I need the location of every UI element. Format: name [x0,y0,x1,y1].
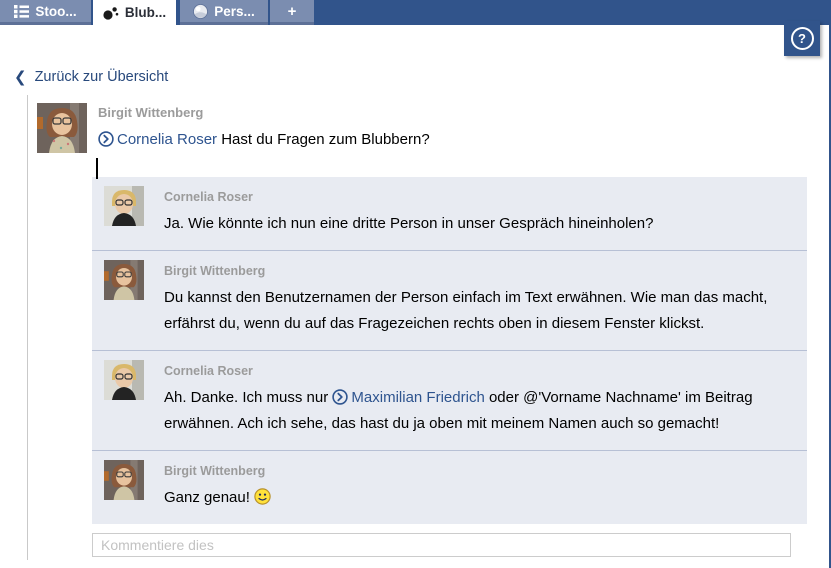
mention-arrow-icon [98,131,114,147]
tab-label: Stoo... [35,4,76,19]
back-link-label: Zurück zur Übersicht [35,69,169,85]
author-name: Birgit Wittenberg [164,264,793,278]
comment-row: Birgit Wittenberg Ganz genau! [92,451,807,524]
mention-link[interactable]: Cornelia Roser [98,131,217,148]
root-text: Hast du Fragen zum Blubbern? [221,131,429,148]
avatar-cornelia-roser[interactable] [104,186,144,226]
chevron-left-icon: ❮ [14,68,27,86]
comment-text: Ah. Danke. Ich muss nur Maximilian Fried… [164,385,793,437]
author-name: Cornelia Roser [164,364,793,378]
avatar-cornelia-roser[interactable] [104,360,144,400]
blubber-icon [103,6,119,20]
mention-link[interactable]: Maximilian Friedrich [332,389,484,406]
comment-row: Cornelia Roser Ah. Danke. Ich muss nur M… [92,351,807,451]
smiley-icon [254,488,271,505]
author-name: Birgit Wittenberg [98,105,430,120]
comment-text-before-mention: Ah. Danke. Ich muss nur [164,389,328,406]
tab-label: Blub... [125,5,166,20]
root-post-body: Birgit Wittenberg Cornelia Roser Hast du… [98,103,430,153]
tab-personen[interactable]: Pers... [180,0,268,25]
comment-row: Birgit Wittenberg Du kannst den Benutzer… [92,251,807,351]
comment-input[interactable] [92,533,791,557]
avatar-birgit-wittenberg[interactable] [104,260,144,300]
question-mark-icon: ? [791,27,814,50]
plus-icon: + [288,3,297,20]
comment-text: Ganz genau! [164,485,793,511]
author-name: Cornelia Roser [164,190,793,204]
tab-bar: Stoo... Blub... Pers... + [0,0,831,25]
comment-body: Birgit Wittenberg Ganz genau! [164,460,793,511]
comment-body: Cornelia Roser Ja. Wie könnte ich nun ei… [164,186,793,237]
comment-text: Du kannst den Benutzernamen der Person e… [164,285,793,337]
comment-body: Birgit Wittenberg Du kannst den Benutzer… [164,260,793,337]
back-to-overview-link[interactable]: ❮ Zurück zur Übersicht [14,68,168,86]
tab-label: Pers... [214,4,255,19]
mention-arrow-icon [332,389,348,405]
root-post-text: Cornelia Roser Hast du Fragen zum Blubbe… [98,130,430,150]
list-icon [14,5,29,18]
comment-body: Cornelia Roser Ah. Danke. Ich muss nur M… [164,360,793,437]
tab-blubber[interactable]: Blub... [93,0,176,25]
root-post: Birgit Wittenberg Cornelia Roser Hast du… [28,95,808,153]
avatar-birgit-wittenberg[interactable] [37,103,87,153]
text-caret [96,158,98,179]
comment-text: Ja. Wie könnte ich nun eine dritte Perso… [164,211,793,237]
avatar-birgit-wittenberg[interactable] [104,460,144,500]
help-button[interactable]: ? [784,21,820,56]
comments-list: Cornelia Roser Ja. Wie könnte ich nun ei… [92,177,807,524]
tab-new[interactable]: + [270,0,314,25]
tab-stoo[interactable]: Stoo... [0,0,91,25]
person-icon [193,4,208,19]
blubber-thread: Birgit Wittenberg Cornelia Roser Hast du… [27,95,808,560]
comment-row: Cornelia Roser Ja. Wie könnte ich nun ei… [92,177,807,251]
author-name: Birgit Wittenberg [164,464,793,478]
